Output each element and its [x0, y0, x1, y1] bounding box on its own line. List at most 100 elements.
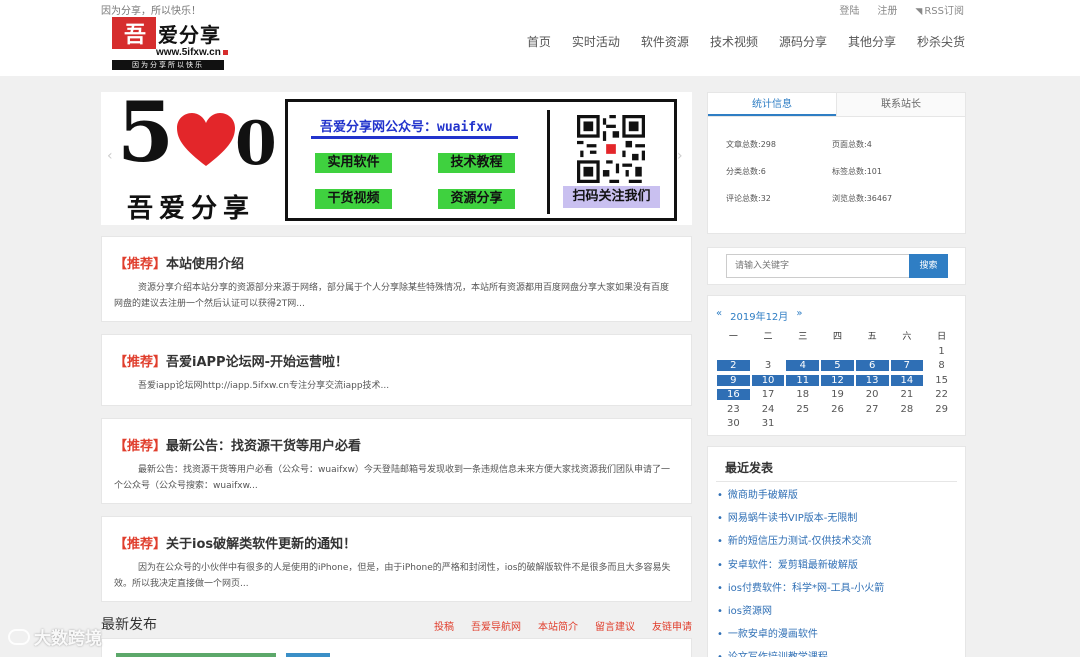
recent-title: 最近发表 — [725, 461, 774, 475]
calendar-day[interactable]: 11 — [785, 373, 820, 388]
promo-resources: 资源分享 — [438, 189, 515, 209]
tab-stats[interactable]: 统计信息 — [708, 93, 836, 116]
calendar-day[interactable]: 9 — [716, 373, 751, 388]
link-friend-apply[interactable]: 友链申请 — [652, 618, 692, 633]
calendar-widget: « 2019年12月 » 一二三四五六日 1 2 3 4 5 6 7 8 9 10 11 12 13 14… — [707, 295, 966, 436]
calendar-day[interactable]: 10 — [751, 373, 786, 388]
calendar-day: 23 — [726, 403, 740, 415]
calendar-day: 26 — [831, 403, 844, 415]
calendar-day[interactable]: 5 — [820, 359, 855, 374]
register-link[interactable]: 注册 — [877, 2, 897, 17]
calendar-weekday: 三 — [798, 331, 808, 342]
title-underline — [311, 136, 518, 139]
calendar-day[interactable]: 16 — [716, 388, 751, 403]
calendar-day[interactable]: 7 — [890, 359, 925, 374]
post-card: 【推荐】最新公告：找资源干货等用户必看 最新公告：找资源干货等用户必看（公众号：… — [101, 418, 692, 504]
calendar-day[interactable]: 14 — [890, 373, 925, 388]
nav-deals[interactable]: 秒杀尖货 — [917, 33, 965, 50]
banner-slogan: 吾爱分享 — [127, 194, 256, 224]
link-navigation[interactable]: 吾爱导航网 — [471, 618, 521, 633]
calendar-day — [785, 417, 820, 432]
calendar-day: 27 — [865, 403, 879, 415]
recent-post-link[interactable]: 微商助手破解版 — [717, 489, 884, 512]
slider-prev-icon[interactable]: ‹ — [107, 148, 113, 164]
link-submit[interactable]: 投稿 — [434, 618, 454, 633]
wechat-promo: 吾爱分享网公众号：wuaifxw 实用软件 技术教程 干货视频 资源分享 扫码关… — [285, 99, 677, 221]
recent-post-link[interactable]: 论文写作培训教学课程 — [717, 651, 884, 657]
calendar-day[interactable]: 12 — [820, 373, 855, 388]
recent-post-link[interactable]: ios付费软件：科学*网-工具-小火箭 — [717, 582, 884, 605]
nav-other[interactable]: 其他分享 — [848, 33, 896, 50]
link-feedback[interactable]: 留言建议 — [595, 618, 635, 633]
calendar-day: 1 — [938, 345, 945, 357]
promo-divider — [547, 110, 550, 214]
promo-videos: 干货视频 — [315, 189, 392, 209]
site-tagline: 因为分享，所以快乐！ — [101, 6, 201, 17]
nav-software[interactable]: 软件资源 — [641, 33, 689, 50]
post-title[interactable]: 【推荐】本站使用介绍 — [114, 253, 244, 272]
rss-link[interactable]: ◥ RSS订阅 — [915, 2, 964, 17]
tab-contact[interactable]: 联系站长 — [836, 93, 965, 116]
calendar-day — [890, 344, 925, 359]
logo-slogan: 因为分享所以快乐 — [112, 60, 224, 70]
link-about[interactable]: 本站简介 — [538, 618, 578, 633]
banner-slider[interactable]: ‹ 5 0 吾爱分享 吾爱分享网公众号：wuaifxw 实用软件 技术教程 干货… — [101, 92, 692, 225]
recent-post-link[interactable]: 新的短信压力测试-仅供技术交流 — [717, 535, 884, 558]
calendar-day[interactable]: 2 — [716, 359, 751, 374]
wechat-title: 吾爱分享网公众号：wuaifxw — [320, 120, 492, 135]
stat-tags: 标签总数:101 — [832, 167, 882, 176]
calendar-day: 25 — [796, 403, 810, 415]
calendar-day: 29 — [935, 403, 948, 415]
post-title[interactable]: 【推荐】最新公告：找资源干货等用户必看 — [114, 435, 361, 454]
stat-views: 浏览总数:36467 — [832, 194, 893, 203]
recent-list: 微商助手破解版网易蜗牛读书VIP版本-无限制新的短信压力测试-仅供技术交流安卓软… — [717, 489, 884, 657]
calendar-day — [751, 344, 786, 359]
calendar-day[interactable]: 4 — [785, 359, 820, 374]
recent-post-link[interactable]: ios资源网 — [717, 605, 884, 628]
site-logo[interactable]: 吾 爱分享 www.5ifxw.cn 因为分享所以快乐 — [112, 17, 234, 76]
search-button[interactable]: 搜索 — [909, 254, 948, 278]
stat-comments: 评论总数:32 — [726, 194, 771, 203]
post-title[interactable]: 【推荐】关于ios破解类软件更新的通知！ — [114, 533, 356, 552]
latest-links: 投稿 吾爱导航网 本站简介 留言建议 友链申请 — [434, 618, 692, 633]
calendar-day: 18 — [796, 389, 810, 401]
nav-source-code[interactable]: 源码分享 — [779, 33, 827, 50]
nav-videos[interactable]: 技术视频 — [710, 33, 758, 50]
calendar-day: 15 — [935, 374, 948, 386]
latest-thumbnail[interactable] — [116, 653, 276, 657]
recent-post-link[interactable]: 一款安卓的漫画软件 — [717, 628, 884, 651]
calendar-weekday: 五 — [867, 331, 877, 342]
stat-posts: 文章总数:298 — [726, 140, 776, 149]
post-card: 【推荐】关于ios破解类软件更新的通知！ 因为在公众号的小伙伴中有很多的人是使用… — [101, 516, 692, 602]
search-input[interactable] — [726, 254, 910, 278]
calendar-next-icon[interactable]: » — [796, 308, 802, 323]
latest-thumbnail[interactable] — [286, 653, 330, 657]
calendar-day[interactable]: 6 — [855, 359, 890, 374]
calendar-day — [716, 344, 751, 359]
recent-post-link[interactable]: 网易蜗牛读书VIP版本-无限制 — [717, 512, 884, 535]
recent-post-link[interactable]: 安卓软件：爱剪辑最新破解版 — [717, 559, 884, 582]
calendar-day: 3 — [764, 360, 772, 372]
nav-activities[interactable]: 实时活动 — [572, 33, 620, 50]
calendar-weekday: 四 — [832, 331, 842, 342]
nav-home[interactable]: 首页 — [527, 33, 551, 50]
calendar-day — [890, 417, 925, 432]
top-links: 登陆 注册 ◥ RSS订阅 — [839, 2, 964, 17]
calendar-month: 2019年12月 — [730, 312, 789, 323]
promo-software: 实用软件 — [315, 153, 392, 173]
slider-next-icon[interactable]: › — [677, 148, 683, 164]
main-nav: 首页 实时活动 软件资源 技术视频 源码分享 其他分享 秒杀尖货 — [527, 33, 965, 50]
calendar-prev-icon[interactable]: « — [716, 308, 722, 323]
latest-title: 最新发布 — [101, 617, 157, 633]
post-card: 【推荐】吾爱iAPP论坛网-开始运营啦！ 吾爱iapp论坛网http://iap… — [101, 334, 692, 406]
login-link[interactable]: 登陆 — [839, 2, 859, 17]
stat-pages: 页面总数:4 — [832, 140, 872, 149]
post-card: 【推荐】本站使用介绍 资源分享介绍本站分享的资源部分来源于网络，部分属于个人分享… — [101, 236, 692, 322]
recent-posts-widget: 最近发表 微商助手破解版网易蜗牛读书VIP版本-无限制新的短信压力测试-仅供技术… — [707, 446, 966, 657]
calendar-day[interactable]: 13 — [855, 373, 890, 388]
logo-name: 爱分享 — [158, 22, 221, 47]
post-title[interactable]: 【推荐】吾爱iAPP论坛网-开始运营啦！ — [114, 351, 348, 370]
watermark-text: 大数跨境 — [34, 629, 102, 649]
calendar-day — [855, 417, 890, 432]
calendar-day: 19 — [831, 389, 844, 401]
